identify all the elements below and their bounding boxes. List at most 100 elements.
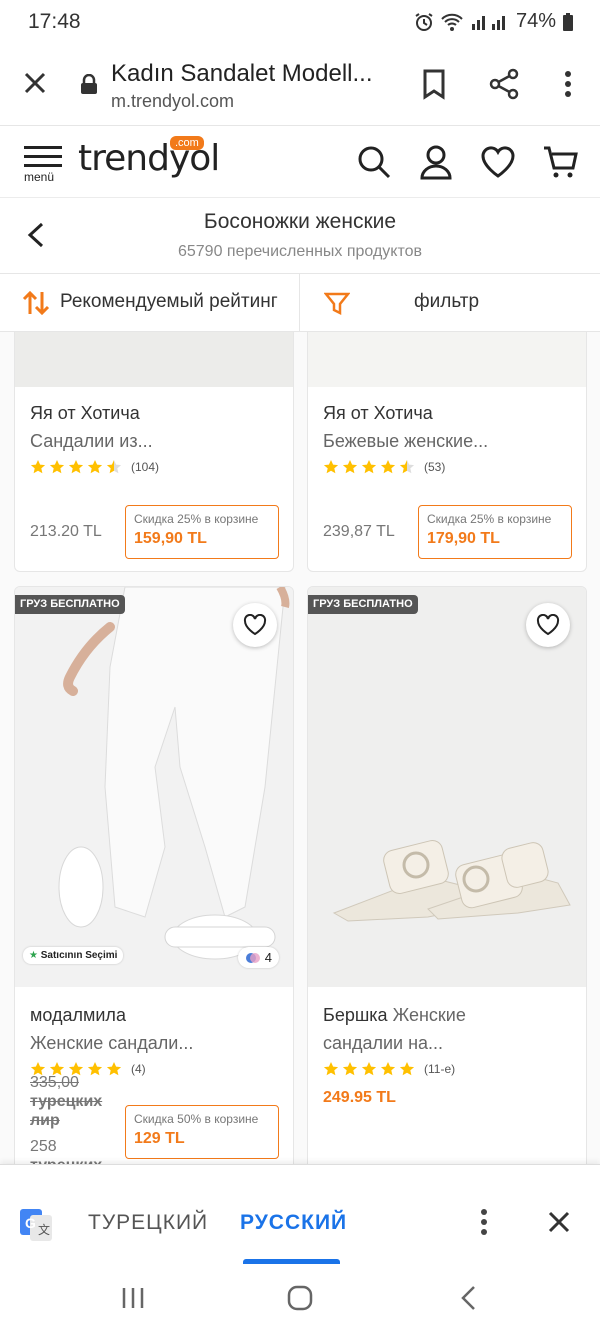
product-count: 65790 перечисленных продуктов bbox=[177, 243, 423, 260]
sort-button[interactable]: Рекомендуемый рейтинг bbox=[0, 274, 300, 332]
wifi-icon bbox=[441, 13, 463, 31]
product-card[interactable]: Яя от Хотича Бежевые женские... (53) 239… bbox=[307, 332, 587, 572]
page-title: Kadın Sandalet Modell... bbox=[111, 60, 373, 87]
discounted-price: 129 TL bbox=[134, 1130, 185, 1147]
review-count: (4) bbox=[131, 1062, 146, 1076]
product-card[interactable]: ГРУЗ БЕСПЛАТНО Бершка Женские сандалии н… bbox=[307, 586, 587, 1164]
product-description: Женские сандали... bbox=[30, 1033, 194, 1053]
star-icon bbox=[380, 1062, 396, 1076]
star-icon bbox=[342, 460, 358, 474]
product-brand: Яя от Хотича bbox=[30, 403, 140, 423]
svg-text:G: G bbox=[25, 1215, 36, 1231]
review-count: (53) bbox=[424, 460, 446, 474]
free-shipping-badge: ГРУЗ БЕСПЛАТНО bbox=[308, 595, 418, 614]
discount-box: Скидка 50% в корзине 129 TL bbox=[125, 1105, 279, 1159]
product-image bbox=[308, 332, 586, 387]
home-icon[interactable] bbox=[286, 1284, 314, 1312]
star-icon bbox=[361, 460, 377, 474]
star-icon bbox=[87, 460, 103, 474]
star-icon bbox=[323, 460, 339, 474]
heart-icon bbox=[536, 614, 560, 636]
discounted-price: 179,90 TL bbox=[427, 530, 500, 547]
free-shipping-badge: ГРУЗ БЕСПЛАТНО bbox=[15, 595, 125, 614]
product-grid: Яя от Хотича Сандалии из... (104) 213.20… bbox=[0, 332, 600, 1164]
product-card[interactable]: Яя от Хотича Сандалии из... (104) 213.20… bbox=[14, 332, 294, 572]
sort-filter-bar: Рекомендуемый рейтинг фильтр bbox=[0, 274, 600, 332]
heart-icon[interactable] bbox=[480, 144, 516, 180]
star-icon bbox=[106, 1062, 122, 1076]
close-icon[interactable] bbox=[546, 1209, 572, 1235]
seller-choice-badge: ★ Satıcının Seçimi bbox=[23, 947, 124, 964]
category-header: Босоножки женские 65790 перечисленных пр… bbox=[0, 198, 600, 274]
filter-icon bbox=[324, 292, 350, 316]
product-brand: модалмила bbox=[30, 1005, 126, 1025]
back-icon[interactable] bbox=[458, 1284, 480, 1312]
original-price: 335,00 турецких лир bbox=[30, 1074, 103, 1129]
product-brand: Бершка Женские bbox=[323, 1005, 466, 1025]
product-image bbox=[15, 332, 293, 387]
star-icon bbox=[106, 460, 122, 474]
heart-icon bbox=[243, 614, 267, 636]
close-icon[interactable] bbox=[20, 68, 50, 98]
original-price: 239,87 TL bbox=[323, 523, 395, 540]
browser-toolbar: Kadın Sandalet Modell... m.trendyol.com bbox=[0, 44, 600, 126]
url-text[interactable]: m.trendyol.com bbox=[111, 91, 234, 112]
sandal-photo bbox=[308, 587, 586, 987]
sort-icon bbox=[22, 290, 50, 316]
favorite-button[interactable] bbox=[233, 603, 277, 647]
color-swatch-icon bbox=[245, 952, 260, 963]
alarm-icon bbox=[415, 12, 433, 31]
cart-icon[interactable] bbox=[542, 144, 578, 180]
review-count: (104) bbox=[131, 460, 160, 474]
favorite-button[interactable] bbox=[526, 603, 570, 647]
star-icon bbox=[342, 1062, 358, 1076]
star-icon bbox=[361, 1062, 377, 1076]
trendyol-logo[interactable]: trendyol .com bbox=[78, 136, 220, 179]
hamburger-icon bbox=[24, 146, 66, 167]
product-image bbox=[308, 587, 586, 987]
filter-button[interactable]: фильтр bbox=[300, 274, 600, 332]
filter-label: фильтр bbox=[414, 291, 480, 312]
discount-box: Скидка 25% в корзине 159,90 TL bbox=[125, 505, 279, 559]
product-description: Сандалии из... bbox=[30, 431, 153, 451]
recent-apps-icon[interactable] bbox=[120, 1286, 146, 1310]
site-header: menü trendyol .com bbox=[0, 126, 600, 198]
star-icon bbox=[399, 1062, 415, 1076]
star-icon bbox=[380, 460, 396, 474]
google-translate-icon[interactable]: G 文 bbox=[18, 1207, 54, 1243]
account-icon[interactable] bbox=[418, 144, 454, 180]
product-image bbox=[15, 587, 293, 987]
rating-stars: (53) bbox=[323, 459, 445, 475]
category-title: Босоножки женские bbox=[203, 210, 397, 233]
product-description: Бежевые женские... bbox=[323, 431, 489, 451]
system-nav-bar bbox=[0, 1264, 600, 1332]
share-icon[interactable] bbox=[486, 66, 522, 102]
product-description: сандалии на... bbox=[323, 1033, 444, 1053]
menu-label: menü bbox=[24, 170, 55, 184]
more-vert-icon[interactable] bbox=[474, 1207, 494, 1237]
battery-percent: 74% bbox=[515, 10, 556, 32]
star-icon bbox=[323, 1062, 339, 1076]
lock-icon bbox=[81, 74, 97, 94]
star-icon bbox=[30, 460, 46, 474]
discounted-price: 159,90 TL bbox=[134, 530, 207, 547]
review-count: (11-е) bbox=[424, 1062, 456, 1076]
bookmark-icon[interactable] bbox=[416, 66, 452, 102]
more-vert-icon[interactable] bbox=[550, 66, 586, 102]
target-language-tab[interactable]: РУССКИЙ bbox=[240, 1211, 347, 1235]
original-price: 213.20 TL bbox=[30, 523, 102, 540]
color-count-badge: 4 bbox=[237, 947, 279, 968]
product-brand: Яя от Хотича bbox=[323, 403, 433, 423]
signal-icon bbox=[471, 15, 505, 30]
translate-bar: G 文 ТУРЕЦКИЙ РУССКИЙ bbox=[0, 1164, 600, 1264]
battery-icon bbox=[563, 12, 573, 31]
search-icon[interactable] bbox=[356, 144, 392, 180]
star-icon bbox=[68, 460, 84, 474]
star-icon bbox=[399, 460, 415, 474]
rating-stars: (11-е) bbox=[323, 1061, 455, 1077]
product-card[interactable]: ГРУЗ БЕСПЛАТНО ★ Satıcının Seçimi 4 мода… bbox=[14, 586, 294, 1164]
product-price: 249.95 TL bbox=[323, 1089, 396, 1106]
source-language-tab[interactable]: ТУРЕЦКИЙ bbox=[88, 1211, 208, 1235]
star-icon bbox=[49, 460, 65, 474]
menu-button[interactable]: menü bbox=[24, 146, 66, 184]
